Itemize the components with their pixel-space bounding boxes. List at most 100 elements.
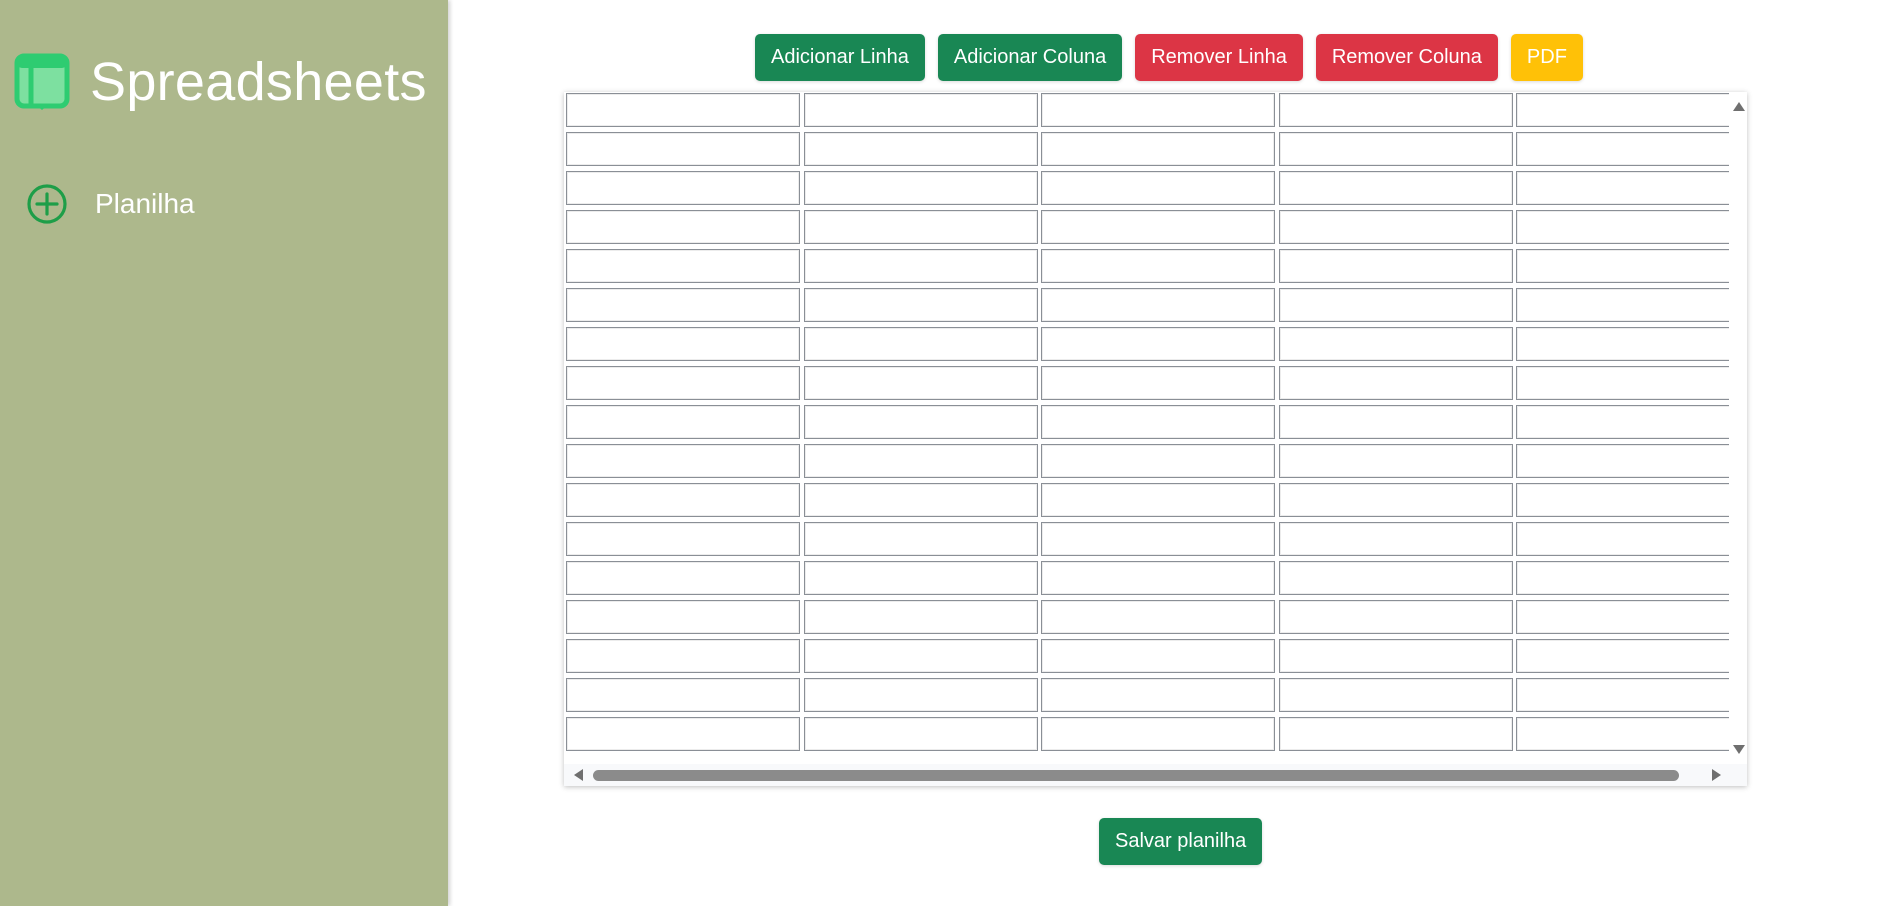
- sheet-cell[interactable]: [1278, 327, 1513, 361]
- sheet-cell[interactable]: [566, 327, 800, 361]
- scroll-up-icon[interactable]: [1733, 102, 1745, 111]
- remove-column-button[interactable]: Remover Coluna: [1315, 34, 1498, 81]
- sheet-cell[interactable]: [1278, 405, 1513, 439]
- sheet-cell[interactable]: [566, 600, 800, 634]
- sheet-cell[interactable]: [566, 210, 800, 244]
- sheet-cell[interactable]: [1278, 210, 1513, 244]
- sheet-cell[interactable]: [1041, 600, 1275, 634]
- sheet-cell[interactable]: [1516, 639, 1729, 673]
- sheet-cell[interactable]: [803, 249, 1038, 283]
- sheet-cell[interactable]: [1516, 327, 1729, 361]
- sheet-cell[interactable]: [1278, 444, 1513, 478]
- sheet-cell[interactable]: [1516, 210, 1729, 244]
- sheet-cell[interactable]: [566, 93, 800, 127]
- sheet-cell[interactable]: [1278, 249, 1513, 283]
- sheet-cell[interactable]: [566, 132, 800, 166]
- sheet-cell[interactable]: [803, 288, 1038, 322]
- sheet-cell[interactable]: [1516, 483, 1729, 517]
- sheet-cell[interactable]: [1041, 639, 1275, 673]
- scroll-left-icon[interactable]: [574, 769, 583, 781]
- sheet-cell[interactable]: [1041, 444, 1275, 478]
- sheet-cell[interactable]: [1278, 639, 1513, 673]
- sheet-cell[interactable]: [566, 171, 800, 205]
- sheet-cell[interactable]: [1041, 327, 1275, 361]
- sheet-cell[interactable]: [1516, 561, 1729, 595]
- horizontal-scrollbar[interactable]: [564, 764, 1747, 786]
- sheet-cell[interactable]: [1516, 249, 1729, 283]
- sheet-cell[interactable]: [803, 561, 1038, 595]
- sheet-cell[interactable]: [566, 249, 800, 283]
- pdf-button[interactable]: PDF: [1510, 34, 1583, 81]
- sheet-cell[interactable]: [1278, 93, 1513, 127]
- app-root: Spreadsheets Planilha Adicionar Linha Ad…: [0, 0, 1890, 906]
- scroll-down-icon[interactable]: [1733, 745, 1745, 754]
- sheet-cell[interactable]: [1278, 678, 1513, 712]
- sheet-cell[interactable]: [803, 93, 1038, 127]
- sheet-cell[interactable]: [1516, 444, 1729, 478]
- sheet-cell[interactable]: [1278, 132, 1513, 166]
- sheet-cell[interactable]: [1278, 717, 1513, 751]
- scroll-right-icon[interactable]: [1712, 769, 1721, 781]
- add-row-button[interactable]: Adicionar Linha: [755, 34, 925, 81]
- sheet-cell[interactable]: [1041, 132, 1275, 166]
- sheet-cell[interactable]: [1041, 405, 1275, 439]
- vertical-scrollbar[interactable]: [1729, 92, 1747, 764]
- sheet-cell[interactable]: [566, 678, 800, 712]
- sheet-cell[interactable]: [1516, 522, 1729, 556]
- sheet-cell[interactable]: [1516, 93, 1729, 127]
- sheet-cell[interactable]: [1278, 600, 1513, 634]
- sheet-cell[interactable]: [1516, 717, 1729, 751]
- sheet-cell[interactable]: [1041, 717, 1275, 751]
- sheet-cell[interactable]: [1041, 288, 1275, 322]
- sheet-cell[interactable]: [566, 639, 800, 673]
- sheet-cell[interactable]: [1516, 405, 1729, 439]
- sheet-cell[interactable]: [566, 366, 800, 400]
- sheet-cell[interactable]: [803, 600, 1038, 634]
- sheet-cell[interactable]: [803, 366, 1038, 400]
- sheet-cell[interactable]: [566, 522, 800, 556]
- save-spreadsheet-button[interactable]: Salvar planilha: [1099, 818, 1263, 865]
- sheet-cell[interactable]: [1278, 483, 1513, 517]
- sheet-cell[interactable]: [566, 561, 800, 595]
- sheet-cell[interactable]: [803, 678, 1038, 712]
- sheet-cell[interactable]: [803, 483, 1038, 517]
- sheet-cell[interactable]: [1278, 288, 1513, 322]
- sheet-cell[interactable]: [803, 522, 1038, 556]
- sheet-cell[interactable]: [1278, 171, 1513, 205]
- sheet-cell[interactable]: [1041, 483, 1275, 517]
- sheet-cell[interactable]: [1516, 678, 1729, 712]
- sheet-cell[interactable]: [803, 717, 1038, 751]
- remove-row-button[interactable]: Remover Linha: [1135, 34, 1303, 81]
- sheet-cell[interactable]: [1041, 522, 1275, 556]
- sheet-cell[interactable]: [803, 639, 1038, 673]
- sheet-cell[interactable]: [566, 717, 800, 751]
- horizontal-scroll-thumb[interactable]: [593, 770, 1679, 781]
- sheet-cell[interactable]: [803, 132, 1038, 166]
- sheet-cell[interactable]: [803, 327, 1038, 361]
- sheet-cell[interactable]: [1516, 288, 1729, 322]
- sheet-cell[interactable]: [1041, 249, 1275, 283]
- sheet-cell[interactable]: [1041, 561, 1275, 595]
- sheet-cell[interactable]: [803, 405, 1038, 439]
- sheet-cell[interactable]: [1516, 171, 1729, 205]
- sheet-cell[interactable]: [566, 444, 800, 478]
- sheet-cell[interactable]: [566, 288, 800, 322]
- sheet-cell[interactable]: [803, 210, 1038, 244]
- sheet-cell[interactable]: [566, 483, 800, 517]
- sheet-cell[interactable]: [1516, 366, 1729, 400]
- sheet-cell[interactable]: [1041, 366, 1275, 400]
- sheet-cell[interactable]: [803, 444, 1038, 478]
- sheet-cell[interactable]: [1041, 210, 1275, 244]
- sheet-cell[interactable]: [1278, 522, 1513, 556]
- sheet-cell[interactable]: [1041, 171, 1275, 205]
- sheet-cell[interactable]: [1516, 132, 1729, 166]
- sheet-cell[interactable]: [1516, 600, 1729, 634]
- sheet-cell[interactable]: [566, 405, 800, 439]
- sheet-cell[interactable]: [1278, 561, 1513, 595]
- add-column-button[interactable]: Adicionar Coluna: [937, 34, 1123, 81]
- sheet-cell[interactable]: [1041, 678, 1275, 712]
- sheet-cell[interactable]: [1041, 93, 1275, 127]
- sheet-cell[interactable]: [803, 171, 1038, 205]
- sidebar-item-planilha[interactable]: Planilha: [26, 183, 195, 225]
- sheet-cell[interactable]: [1278, 366, 1513, 400]
